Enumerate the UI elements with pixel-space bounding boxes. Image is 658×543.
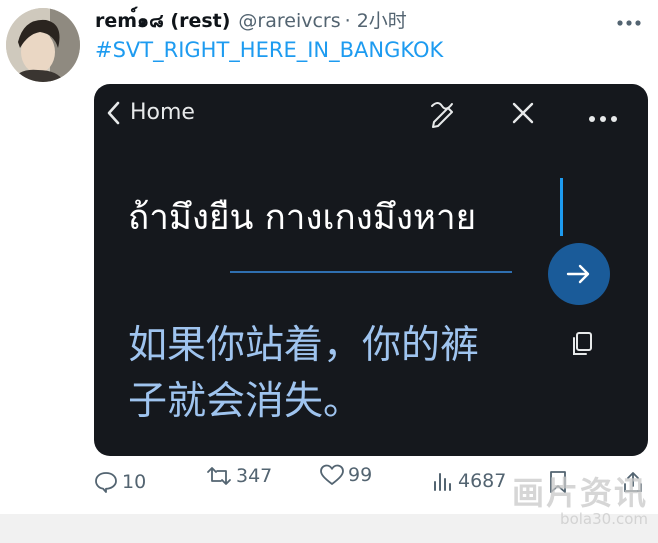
more-options-icon[interactable] bbox=[616, 8, 642, 32]
copy-icon[interactable] bbox=[570, 330, 594, 362]
back-button[interactable]: Home bbox=[106, 100, 195, 125]
view-count: 4687 bbox=[458, 470, 507, 492]
translation-output: 如果你站着，你的裤 子就会消失。 bbox=[128, 318, 538, 430]
translate-button[interactable] bbox=[548, 243, 610, 305]
like-count: 99 bbox=[348, 464, 373, 486]
display-name[interactable]: rem์๑๘ (rest) bbox=[95, 6, 230, 36]
tweet-header: rem์๑๘ (rest) @rareivcrs · 2小时 bbox=[95, 6, 407, 36]
chevron-left-icon bbox=[107, 101, 120, 124]
reply-icon bbox=[95, 472, 117, 493]
analytics-icon bbox=[434, 473, 451, 491]
tweet-media-image[interactable]: Home ถ้ามึงยืน กางเกงมึงหาย 如果你站着，你的裤 子就… bbox=[94, 84, 648, 456]
translation-divider bbox=[230, 271, 512, 273]
arrow-right-icon bbox=[566, 264, 590, 284]
retweet-count: 347 bbox=[236, 465, 273, 487]
like-button[interactable]: 99 bbox=[320, 464, 372, 486]
heart-icon bbox=[320, 464, 344, 485]
user-handle[interactable]: @rareivcrs bbox=[238, 10, 340, 32]
more-options-icon[interactable] bbox=[588, 108, 618, 127]
views-button[interactable]: 4687 bbox=[432, 470, 506, 492]
hashtag-link[interactable]: #SVT_RIGHT_HERE_IN_BANGKOK bbox=[95, 38, 443, 62]
watermark-text: 画片资讯 bbox=[511, 474, 648, 512]
tweet-timestamp[interactable]: · 2小时 bbox=[345, 6, 407, 33]
tweet-card: rem์๑๘ (rest) @rareivcrs · 2小时 #SVT_RIGH… bbox=[0, 0, 658, 514]
site-watermark: 画片资讯 bola30.com bbox=[512, 468, 648, 528]
retweet-button[interactable]: 347 bbox=[206, 464, 272, 488]
avatar[interactable] bbox=[6, 8, 80, 82]
close-icon[interactable] bbox=[510, 100, 536, 130]
translation-line: 子就会消失。 bbox=[128, 379, 363, 424]
edit-pen-icon[interactable] bbox=[428, 98, 458, 132]
translation-line: 如果你站着，你的裤 bbox=[128, 323, 480, 368]
source-text-input[interactable]: ถ้ามึงยืน กางเกงมึงหาย bbox=[128, 190, 476, 245]
reply-count: 10 bbox=[122, 471, 147, 493]
reply-button[interactable]: 10 bbox=[94, 470, 146, 494]
text-caret bbox=[560, 178, 563, 236]
retweet-icon bbox=[207, 467, 231, 485]
back-label: Home bbox=[130, 100, 195, 125]
